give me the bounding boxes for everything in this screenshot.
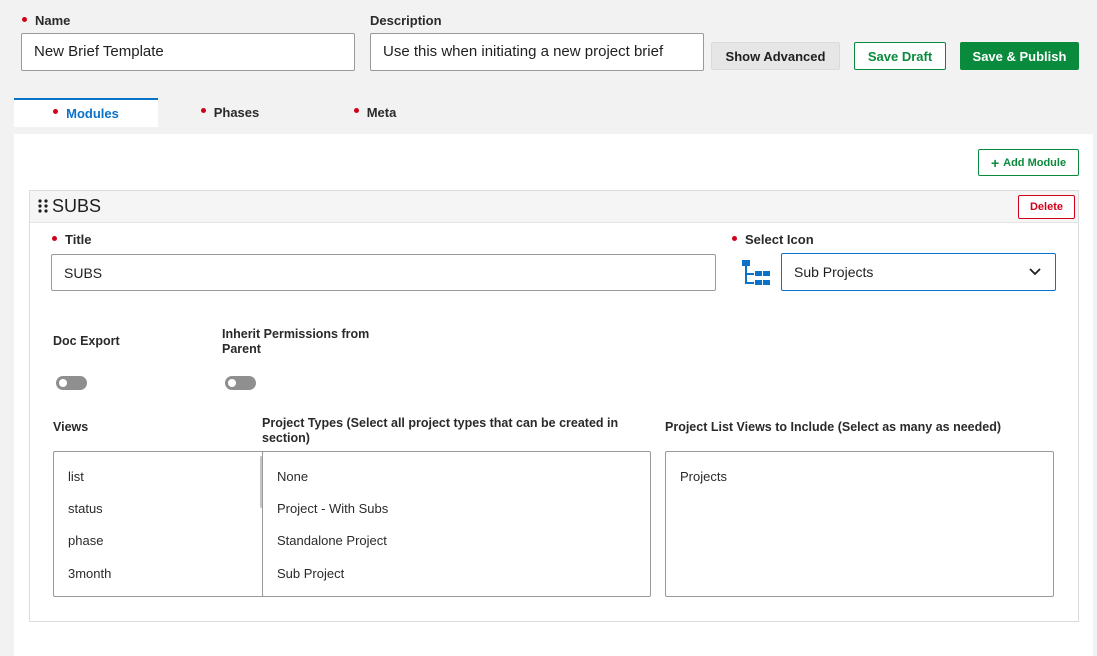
save-draft-button[interactable]: Save Draft	[854, 42, 946, 70]
doc-export-label: Doc Export	[53, 334, 120, 348]
required-indicator	[732, 236, 737, 242]
tab-label: Modules	[66, 106, 119, 121]
inherit-permissions-toggle[interactable]	[225, 376, 256, 390]
tab-meta[interactable]: Meta	[310, 98, 440, 127]
required-indicator	[53, 109, 59, 114]
required-indicator	[353, 108, 359, 113]
project-types-listbox[interactable]: None Project - With Subs Standalone Proj…	[262, 451, 651, 597]
select-icon-label: Select Icon	[732, 232, 814, 247]
icon-select-value: Sub Projects	[794, 264, 874, 280]
add-module-label: Add Module	[1003, 156, 1067, 169]
views-listbox[interactable]: list status phase 3month	[53, 451, 265, 597]
tab-label: Phases	[213, 105, 260, 120]
tab-label: Meta	[366, 105, 397, 120]
project-list-views-label: Project List Views to Include (Select as…	[665, 420, 1001, 434]
inherit-permissions-label: Inherit Permissions from Parent	[222, 327, 370, 356]
list-item[interactable]: Standalone Project	[277, 533, 387, 548]
module-header: SUBS Delete	[30, 191, 1078, 223]
project-list-views-listbox[interactable]: Projects	[665, 451, 1054, 597]
views-label: Views	[53, 420, 89, 434]
list-item[interactable]: Projects	[680, 469, 727, 484]
list-item[interactable]: status	[68, 501, 103, 516]
list-item[interactable]: phase	[68, 533, 103, 548]
sub-projects-icon	[742, 260, 770, 285]
tab-modules[interactable]: Modules	[14, 98, 158, 127]
module-heading: SUBS	[52, 196, 102, 216]
add-module-button[interactable]: + Add Module	[978, 149, 1079, 176]
required-indicator	[52, 236, 57, 242]
show-advanced-button[interactable]: Show Advanced	[711, 42, 840, 70]
description-label: Description	[370, 13, 442, 28]
plus-icon: +	[990, 154, 1000, 171]
list-item[interactable]: None	[277, 469, 308, 484]
toggle-knob	[228, 379, 236, 387]
delete-button[interactable]: Delete	[1018, 195, 1075, 219]
required-indicator	[200, 108, 206, 113]
required-indicator	[22, 17, 27, 23]
list-item[interactable]: Project - With Subs	[277, 501, 388, 516]
list-item[interactable]: list	[68, 469, 84, 484]
tab-phases[interactable]: Phases	[165, 98, 295, 127]
list-item[interactable]: 3month	[68, 566, 111, 581]
toggle-knob	[59, 379, 67, 387]
save-publish-button[interactable]: Save & Publish	[960, 42, 1079, 70]
list-item[interactable]: Sub Project	[277, 566, 344, 581]
drag-handle-icon[interactable]	[38, 199, 48, 213]
project-types-label: Project Types (Select all project types …	[262, 416, 619, 445]
name-input[interactable]: New Brief Template	[21, 33, 355, 71]
icon-select[interactable]: Sub Projects	[781, 253, 1056, 291]
name-label: Name	[22, 13, 70, 28]
description-input[interactable]: Use this when initiating a new project b…	[370, 33, 704, 71]
title-input[interactable]: SUBS	[51, 254, 716, 291]
doc-export-toggle[interactable]	[56, 376, 87, 390]
chevron-down-icon	[1029, 268, 1041, 276]
title-label: Title	[52, 232, 92, 247]
